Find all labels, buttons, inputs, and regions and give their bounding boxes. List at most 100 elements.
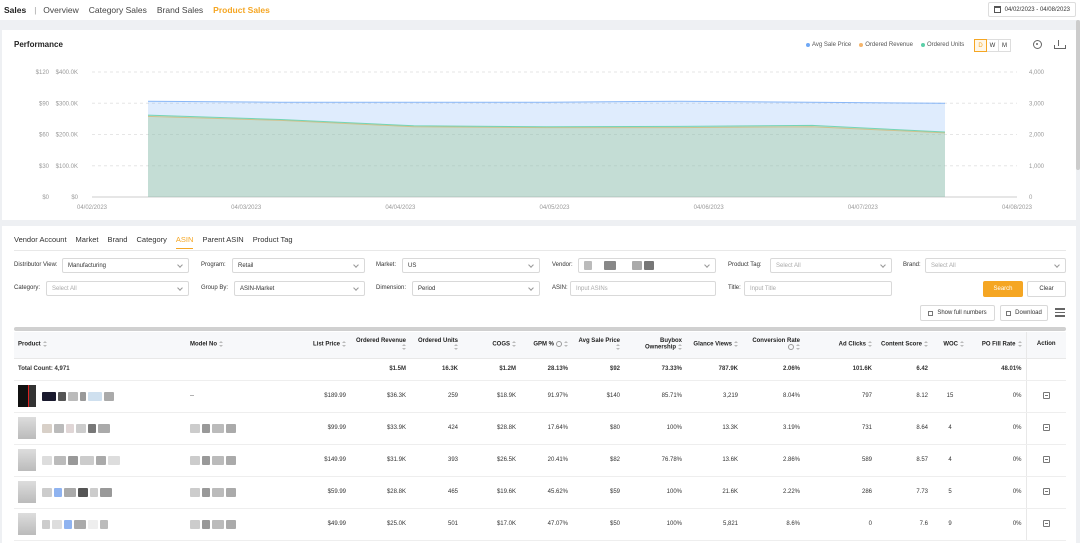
dimension-select[interactable]: Period bbox=[412, 281, 540, 296]
help-icon[interactable] bbox=[556, 341, 562, 348]
group-by-select[interactable]: ASIN-Market bbox=[234, 281, 365, 296]
category-select[interactable]: Select All bbox=[46, 281, 189, 296]
help-icon[interactable] bbox=[788, 344, 794, 351]
col-conversion-rate[interactable]: Conversion Rate bbox=[742, 332, 804, 359]
granularity-day[interactable]: D bbox=[974, 39, 987, 52]
table-row[interactable]: $149.99 $31.9K 393 $26.5K 20.41% $82 76.78% 13.… bbox=[14, 444, 1066, 477]
download-icon[interactable] bbox=[1054, 40, 1066, 50]
product-cell[interactable] bbox=[14, 476, 186, 509]
product-cell[interactable] bbox=[14, 444, 186, 477]
tab-asin[interactable]: ASIN bbox=[175, 235, 194, 249]
col-glance-views[interactable]: Glance Views bbox=[686, 332, 742, 359]
column-settings-icon[interactable] bbox=[1055, 308, 1065, 318]
table-row[interactable]: -- $189.99 $36.3K 259 $18.9K 91.97% $140 85.71%… bbox=[14, 380, 1066, 413]
tab-category[interactable]: Category bbox=[136, 235, 166, 249]
product-cell[interactable] bbox=[14, 508, 186, 541]
nav-category-sales[interactable]: Category Sales bbox=[89, 5, 147, 15]
details-icon[interactable] bbox=[1042, 391, 1050, 399]
col-product[interactable]: Product bbox=[14, 332, 186, 359]
market-select[interactable]: US bbox=[402, 258, 540, 273]
sort-icon[interactable] bbox=[564, 341, 568, 348]
col-label: Ordered Units bbox=[417, 337, 458, 344]
col-buybox-ownership[interactable]: Buybox Ownership bbox=[624, 332, 686, 359]
area-ordered-units bbox=[148, 115, 945, 197]
vendor-select[interactable] bbox=[578, 258, 716, 273]
col-ad-clicks[interactable]: Ad Clicks bbox=[804, 332, 876, 359]
distributor-view-select[interactable]: Manufacturing bbox=[62, 258, 189, 273]
gear-icon[interactable] bbox=[1033, 40, 1042, 49]
search-button[interactable]: Search bbox=[983, 281, 1023, 297]
col-gpm[interactable]: GPM % bbox=[520, 332, 572, 359]
sort-icon[interactable] bbox=[868, 341, 872, 348]
tab-brand[interactable]: Brand bbox=[107, 235, 127, 249]
table-row[interactable]: $59.99 $28.8K 465 $19.6K 45.62% $59 100% 21.6K 2… bbox=[14, 476, 1066, 509]
redacted-block bbox=[190, 519, 200, 529]
legend-ordered-revenue[interactable]: Ordered Revenue bbox=[859, 42, 913, 48]
nav-overview[interactable]: Overview bbox=[43, 5, 78, 15]
cogs-cell: $18.9K bbox=[462, 380, 520, 413]
redacted-block bbox=[90, 487, 98, 497]
col-content-score[interactable]: Content Score bbox=[876, 332, 932, 359]
redacted-block bbox=[64, 519, 72, 529]
sort-icon[interactable] bbox=[512, 341, 516, 348]
action-cell bbox=[1025, 508, 1066, 541]
buybox-cell: 85.71% bbox=[624, 380, 686, 413]
table-download-button[interactable]: Download bbox=[1000, 305, 1048, 321]
product-tag-select[interactable]: Select All bbox=[770, 258, 892, 273]
clear-button[interactable]: Clear bbox=[1027, 281, 1066, 297]
brand-select[interactable]: Select All bbox=[925, 258, 1066, 273]
sort-icon[interactable] bbox=[796, 344, 800, 351]
col-cogs[interactable]: COGS bbox=[462, 332, 520, 359]
granularity-month[interactable]: M bbox=[998, 39, 1011, 52]
tab-parent-asin[interactable]: Parent ASIN bbox=[202, 235, 243, 249]
col-label: GPM % bbox=[533, 341, 554, 348]
sort-icon[interactable] bbox=[342, 341, 346, 348]
asin-input[interactable]: Input ASINs bbox=[570, 281, 716, 296]
product-cell[interactable] bbox=[14, 380, 186, 413]
cogs-cell: $19.6K bbox=[462, 476, 520, 509]
tab-market[interactable]: Market bbox=[76, 235, 99, 249]
col-ordered-revenue[interactable]: Ordered Revenue bbox=[350, 332, 410, 359]
details-icon[interactable] bbox=[1042, 487, 1050, 495]
details-icon[interactable] bbox=[1042, 519, 1050, 527]
table-row[interactable]: $99.99 $33.9K 424 $28.8K 17.64% $80 100% 13.3K 3… bbox=[14, 412, 1066, 445]
y-tick-units: 1,000 bbox=[1029, 164, 1045, 170]
table-row[interactable]: $49.99 $25.0K 501 $17.0K 47.07% $50 100% 5,821 8… bbox=[14, 508, 1066, 541]
nav-product-sales[interactable]: Product Sales bbox=[213, 5, 270, 15]
details-icon[interactable] bbox=[1042, 423, 1050, 431]
product-cell[interactable] bbox=[14, 412, 186, 445]
details-icon[interactable] bbox=[1042, 455, 1050, 463]
col-list-price[interactable]: List Price bbox=[280, 332, 350, 359]
x-tick-label: 04/04/2023 bbox=[385, 205, 416, 211]
title-input[interactable]: Input Title bbox=[744, 281, 892, 296]
col-woc[interactable]: WOC bbox=[932, 332, 968, 359]
col-ordered-units[interactable]: Ordered Units bbox=[410, 332, 462, 359]
vertical-scrollbar[interactable] bbox=[1076, 20, 1080, 170]
sort-icon[interactable] bbox=[402, 344, 406, 351]
sort-icon[interactable] bbox=[1017, 341, 1022, 348]
tab-product-tag[interactable]: Product Tag bbox=[253, 235, 293, 249]
legend-avg-sale-price[interactable]: Avg Sale Price bbox=[806, 42, 851, 48]
sort-icon[interactable] bbox=[616, 344, 620, 351]
show-full-numbers-button[interactable]: Show full numbers bbox=[920, 305, 995, 321]
program-select[interactable]: Retail bbox=[232, 258, 365, 273]
redacted-block bbox=[42, 519, 50, 529]
nav-brand-sales[interactable]: Brand Sales bbox=[157, 5, 203, 15]
sort-icon[interactable] bbox=[734, 341, 738, 348]
date-range-picker[interactable]: 04/02/2023 - 04/08/2023 bbox=[987, 2, 1076, 17]
sort-icon[interactable] bbox=[678, 344, 682, 351]
table-header-row: Product Model No List Price Ordered Reve… bbox=[14, 332, 1066, 359]
col-avg-sale-price[interactable]: Avg Sale Price bbox=[572, 332, 624, 359]
sort-icon[interactable] bbox=[42, 341, 47, 348]
sort-icon[interactable] bbox=[924, 341, 928, 348]
col-po-fill-rate[interactable]: PO Fill Rate bbox=[968, 332, 1026, 359]
col-model-no[interactable]: Model No bbox=[186, 332, 280, 359]
sort-icon[interactable] bbox=[219, 341, 223, 348]
horizontal-scrollbar[interactable] bbox=[14, 327, 1066, 331]
tab-vendor-account[interactable]: Vendor Account bbox=[14, 235, 67, 249]
gpm-cell: 45.62% bbox=[520, 476, 572, 509]
sort-icon[interactable] bbox=[454, 344, 458, 351]
woc-cell: 4 bbox=[932, 444, 968, 477]
legend-ordered-units[interactable]: Ordered Units bbox=[920, 42, 964, 48]
sort-icon[interactable] bbox=[960, 341, 964, 348]
